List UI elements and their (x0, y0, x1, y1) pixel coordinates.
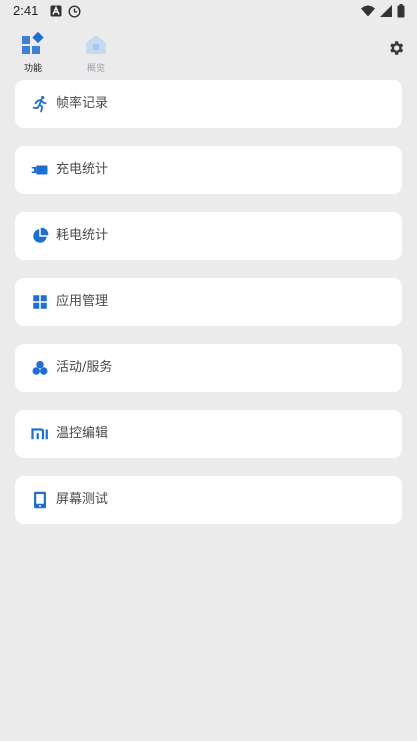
menu-item-label: 应用管理 (56, 294, 109, 309)
charging-plug-icon (31, 165, 48, 175)
status-left-icons (50, 5, 81, 18)
top-bar: 功能 概览 (0, 28, 417, 74)
notification-a-icon (50, 5, 62, 17)
menu-item-charging-stats[interactable]: 充电统计 (15, 146, 402, 194)
menu-item-app-management[interactable]: 应用管理 (15, 278, 402, 326)
battery-icon (397, 4, 405, 18)
menu-item-activities-services[interactable]: 活动/服务 (15, 344, 402, 392)
menu-item-label: 活动/服务 (56, 360, 113, 375)
app-grid-icon (33, 295, 47, 309)
tab-function[interactable]: 功能 (13, 31, 53, 74)
mi-logo-icon (31, 428, 48, 440)
wifi-icon (361, 5, 375, 17)
house-icon (86, 35, 106, 54)
menu-item-frame-rate[interactable]: 帧率记录 (15, 80, 402, 128)
menu-item-label: 屏幕测试 (56, 492, 109, 507)
menu-item-label: 帧率记录 (56, 96, 109, 111)
feature-grid-icon (22, 31, 44, 54)
activity-clover-icon (32, 360, 48, 375)
menu-item-power-usage[interactable]: 耗电统计 (15, 212, 402, 260)
running-person-icon (32, 95, 47, 113)
signal-icon (380, 5, 392, 17)
menu-item-label: 温控编辑 (56, 426, 109, 441)
menu-item-label: 耗电统计 (56, 228, 109, 243)
tab-function-label: 功能 (23, 64, 42, 74)
status-time: 2:41 (13, 3, 39, 18)
clock-icon (68, 5, 81, 18)
phone-screen-icon (34, 491, 46, 509)
menu-item-screen-test[interactable]: 屏幕测试 (15, 476, 402, 524)
menu-item-thermal-edit[interactable]: 温控编辑 (15, 410, 402, 458)
status-bar: 2:41 (0, 0, 417, 24)
menu-item-label: 充电统计 (56, 162, 109, 177)
tab-overview-label: 概览 (86, 64, 105, 74)
tab-overview[interactable]: 概览 (76, 32, 116, 74)
status-right-icons (361, 4, 405, 18)
pie-chart-icon (33, 227, 49, 243)
settings-gear-icon[interactable] (387, 39, 405, 57)
